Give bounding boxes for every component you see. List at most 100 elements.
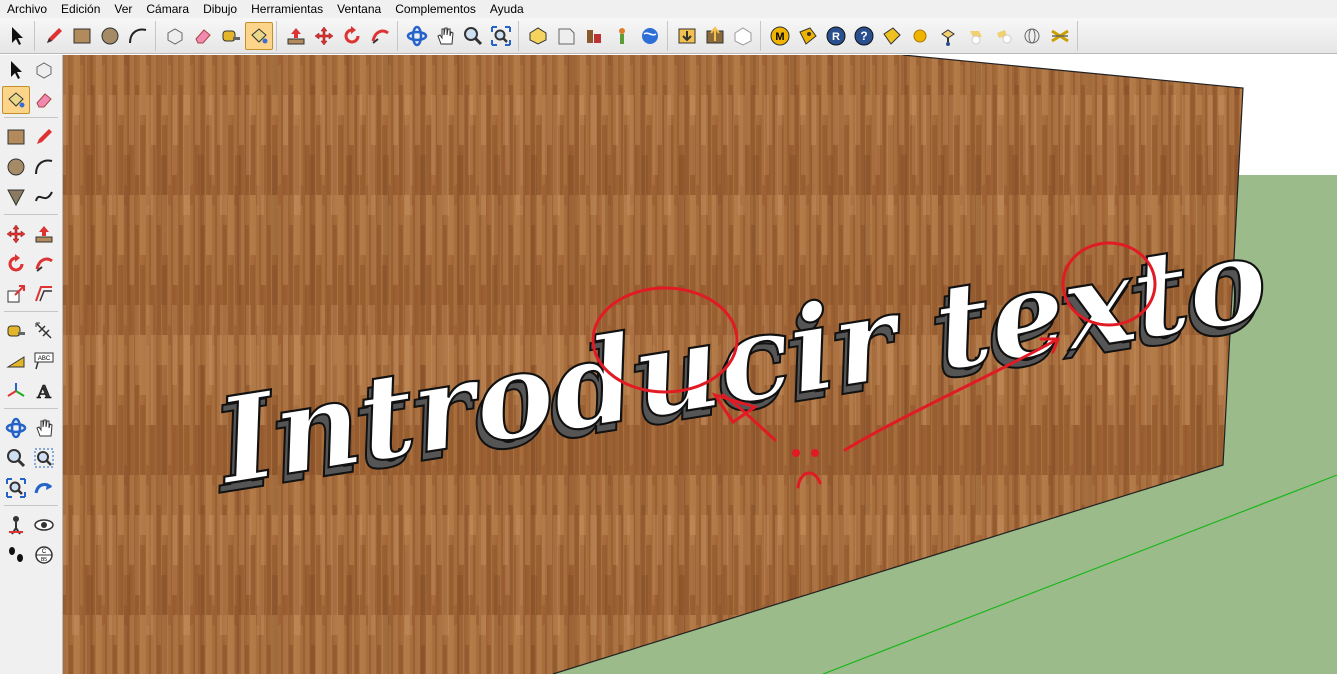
polygon-icon xyxy=(5,186,27,208)
rectangle-tool-button[interactable] xyxy=(2,123,30,151)
make-component-button[interactable] xyxy=(161,22,189,50)
geolocation-button[interactable] xyxy=(608,22,636,50)
geolocation-icon xyxy=(611,25,633,47)
3d-text-tool-button[interactable]: A xyxy=(30,377,58,405)
menu-item-ver[interactable]: Ver xyxy=(107,0,139,18)
plugin-tag-button[interactable] xyxy=(794,22,822,50)
orbit-icon xyxy=(5,417,27,439)
move-tool-button[interactable] xyxy=(2,220,30,248)
axes-tool-button[interactable] xyxy=(2,377,30,405)
orbit-tool-button[interactable] xyxy=(2,414,30,442)
orbit-button[interactable] xyxy=(403,22,431,50)
paint-bucket-button[interactable] xyxy=(245,21,273,50)
side-toolbar-row xyxy=(0,122,62,152)
make-component-tool-button[interactable] xyxy=(30,56,58,84)
rotate-button[interactable] xyxy=(338,22,366,50)
select-arrow-tool-button[interactable] xyxy=(2,56,30,84)
google-earth-button[interactable] xyxy=(636,22,664,50)
zoom-extents-button[interactable] xyxy=(487,22,515,50)
rotate-tool-button[interactable] xyxy=(2,250,30,278)
pan-hand-icon xyxy=(33,417,55,439)
move-icon xyxy=(5,223,27,245)
text-tool-button[interactable]: ABC xyxy=(30,347,58,375)
zoom-button[interactable] xyxy=(459,22,487,50)
share-model-button[interactable] xyxy=(552,22,580,50)
offset-tool-button[interactable] xyxy=(30,280,58,308)
follow-me-tool-button[interactable] xyxy=(30,250,58,278)
zoom-extents-icon xyxy=(490,25,512,47)
menu-item-ventana[interactable]: Ventana xyxy=(330,0,388,18)
arc-button[interactable] xyxy=(124,22,152,50)
previous-view-icon xyxy=(33,477,55,499)
zoom-tool-button[interactable] xyxy=(2,444,30,472)
eraser-tool-button[interactable] xyxy=(30,86,58,114)
cross-button[interactable] xyxy=(1046,22,1074,50)
section-plane-icon: C B5 xyxy=(33,544,55,566)
freehand-tool-button[interactable] xyxy=(30,183,58,211)
zoom-extents-tool-button[interactable] xyxy=(2,474,30,502)
menu-item-edici-n[interactable]: Edición xyxy=(54,0,107,18)
line-tool-button[interactable] xyxy=(30,123,58,151)
menu-item-c-mara[interactable]: Cámara xyxy=(139,0,196,18)
follow-me-button[interactable] xyxy=(366,22,394,50)
position-camera-icon xyxy=(5,514,27,536)
side-toolbar: ABC A C B5 xyxy=(0,55,63,674)
walk-tool-button[interactable] xyxy=(2,541,30,569)
push-pull-tool-button[interactable] xyxy=(30,220,58,248)
polygon-tool-button[interactable] xyxy=(2,183,30,211)
move-button[interactable] xyxy=(310,22,338,50)
light-button[interactable] xyxy=(962,22,990,50)
globe-button[interactable] xyxy=(1018,22,1046,50)
get-models-button[interactable] xyxy=(524,22,552,50)
arc-tool-button[interactable] xyxy=(30,153,58,181)
light2-button[interactable] xyxy=(990,22,1018,50)
previous-view-tool-button[interactable] xyxy=(30,474,58,502)
protractor-tool-button[interactable] xyxy=(2,347,30,375)
circle-tool-button[interactable] xyxy=(2,153,30,181)
rectangle-button[interactable] xyxy=(68,22,96,50)
svg-text:C: C xyxy=(42,549,47,555)
menu-item-archivo[interactable]: Archivo xyxy=(0,0,54,18)
menu-item-herramientas[interactable]: Herramientas xyxy=(244,0,330,18)
sphere-icon xyxy=(909,25,931,47)
push-pull-button[interactable] xyxy=(282,22,310,50)
plugin-m-button[interactable]: M xyxy=(766,22,794,50)
google-earth-icon xyxy=(639,25,661,47)
lamp-button[interactable] xyxy=(934,22,962,50)
help-button[interactable]: ? xyxy=(850,22,878,50)
select-arrow-button[interactable] xyxy=(3,22,31,50)
sphere-button[interactable] xyxy=(906,22,934,50)
section-plane-tool-button[interactable]: C B5 xyxy=(30,541,58,569)
zoom-window-tool-button[interactable] xyxy=(30,444,58,472)
globe-icon xyxy=(1021,25,1043,47)
rotate-icon xyxy=(341,25,363,47)
export-button[interactable] xyxy=(701,22,729,50)
menu-item-dibujo[interactable]: Dibujo xyxy=(196,0,244,18)
components-button[interactable] xyxy=(580,22,608,50)
plugin-r-button[interactable]: R xyxy=(822,22,850,50)
menu-item-complementos[interactable]: Complementos xyxy=(388,0,483,18)
modeling-viewport[interactable]: Introducir texto Introducir texto xyxy=(63,55,1337,674)
tape-measure-button[interactable] xyxy=(217,22,245,50)
position-camera-tool-button[interactable] xyxy=(2,511,30,539)
circle-button[interactable] xyxy=(96,22,124,50)
pan-hand-tool-button[interactable] xyxy=(30,414,58,442)
scene-canvas[interactable]: Introducir texto Introducir texto xyxy=(63,55,1337,674)
rectangle-icon xyxy=(71,25,93,47)
menu-item-ayuda[interactable]: Ayuda xyxy=(483,0,531,18)
look-around-tool-button[interactable] xyxy=(30,511,58,539)
paint-bucket-tool-button[interactable] xyxy=(2,86,30,114)
axes-icon xyxy=(5,380,27,402)
scale-tool-button[interactable] xyxy=(2,280,30,308)
photo-match-button[interactable] xyxy=(729,22,757,50)
zoom-extents-icon xyxy=(5,477,27,499)
pan-hand-button[interactable] xyxy=(431,22,459,50)
eraser-button[interactable] xyxy=(189,22,217,50)
import-button[interactable] xyxy=(673,22,701,50)
plugin-label-button[interactable] xyxy=(878,22,906,50)
svg-text:B5: B5 xyxy=(41,557,47,563)
dimension-tool-button[interactable] xyxy=(30,317,58,345)
tape-measure-tool-button[interactable] xyxy=(2,317,30,345)
pencil-button[interactable] xyxy=(40,22,68,50)
toolbar-group xyxy=(158,20,277,51)
